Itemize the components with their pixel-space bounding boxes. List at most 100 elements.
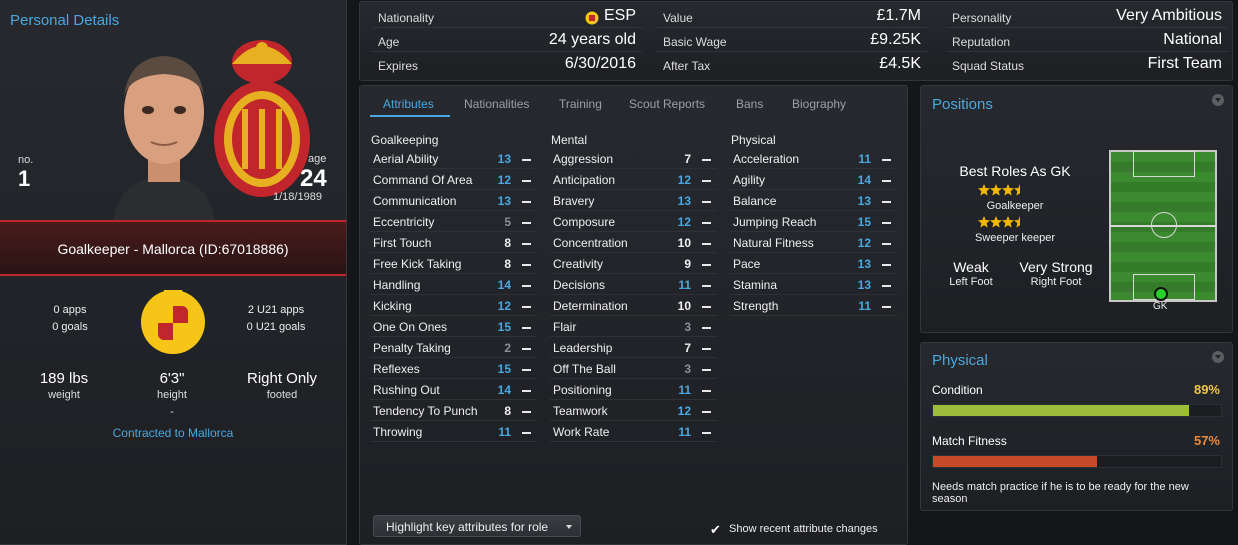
no-change-dash-icon (522, 285, 531, 287)
attribute-value: 13 (857, 278, 871, 292)
no-change-dash-icon (702, 222, 711, 224)
condition-value: 89% (1193, 382, 1220, 397)
tab-nationalities[interactable]: Nationalities (464, 97, 529, 111)
attribute-name: Free Kick Taking (373, 257, 462, 271)
attribute-row[interactable]: Bravery 13 (550, 191, 717, 211)
checkmark-icon: ✔ (710, 522, 721, 537)
age-value: 24 (300, 165, 327, 192)
attribute-row[interactable]: Agility 14 (730, 170, 897, 190)
u21-apps: 2 U21 apps (247, 304, 305, 316)
attribute-value: 11 (678, 425, 691, 439)
no-change-dash-icon (702, 180, 711, 182)
tab-biography[interactable]: Biography (792, 97, 846, 111)
attribute-row[interactable]: One On Ones 15 (370, 317, 537, 337)
attribute-value: 2 (504, 341, 511, 355)
no-change-dash-icon (522, 369, 531, 371)
show-changes-checkbox[interactable]: ✔ Show recent attribute changes (710, 522, 900, 538)
physical-title: Physical (932, 352, 988, 369)
attribute-row[interactable]: Determination 10 (550, 296, 717, 316)
attribute-row[interactable]: Teamwork 12 (550, 401, 717, 421)
no-change-dash-icon (882, 306, 891, 308)
attribute-row[interactable]: Handling 14 (370, 275, 537, 295)
tab-training[interactable]: Training (559, 97, 602, 111)
wage-row: Basic Wage £9.25K (657, 30, 927, 52)
attribute-row[interactable]: Kicking 12 (370, 296, 537, 316)
footed-value: Right Only (246, 370, 318, 387)
attribute-value: 11 (858, 299, 871, 313)
attribute-row[interactable]: Concentration 10 (550, 233, 717, 253)
expires-label: Expires (378, 59, 419, 73)
attribute-row[interactable]: Free Kick Taking 8 (370, 254, 537, 274)
attribute-value: 12 (497, 173, 511, 187)
best-roles-heading: Best Roles As GK (959, 163, 1071, 179)
attribute-value: 12 (857, 236, 871, 250)
tab-scout-reports[interactable]: Scout Reports (629, 97, 705, 111)
attribute-row[interactable]: Strength 11 (730, 296, 897, 316)
no-change-dash-icon (882, 285, 891, 287)
no-change-dash-icon (702, 348, 711, 350)
contract-link[interactable]: Contracted to Mallorca (0, 426, 346, 440)
no-change-dash-icon (522, 159, 531, 161)
attribute-row[interactable]: Aggression 7 (550, 149, 717, 169)
number-label: no. (18, 154, 34, 166)
attribute-name: Aggression (553, 152, 614, 166)
nationality-row: Nationality ESP (372, 6, 642, 28)
nationality-value[interactable]: ESP (604, 7, 636, 25)
attribute-row[interactable]: Composure 12 (550, 212, 717, 232)
attribute-row[interactable]: Penalty Taking 2 (370, 338, 537, 358)
attribute-row[interactable]: Reflexes 15 (370, 359, 537, 379)
reputation-value: National (1163, 31, 1222, 48)
highlight-button-label: Highlight key attributes for role (386, 520, 549, 534)
attribute-row[interactable]: First Touch 8 (370, 233, 537, 253)
attribute-row[interactable]: Command Of Area 12 (370, 170, 537, 190)
attribute-row[interactable]: Stamina 13 (730, 275, 897, 295)
attribute-row[interactable]: Pace 13 (730, 254, 897, 274)
no-change-dash-icon (522, 243, 531, 245)
attribute-value: 5 (504, 215, 511, 229)
no-change-dash-icon (702, 390, 711, 392)
gk-position-marker[interactable] (1154, 287, 1168, 301)
attribute-row[interactable]: Balance 13 (730, 191, 897, 211)
attribute-row[interactable]: Throwing 11 (370, 422, 537, 442)
attribute-row[interactable]: Decisions 11 (550, 275, 717, 295)
attribute-row[interactable]: Positioning 11 (550, 380, 717, 400)
attribute-row[interactable]: Anticipation 12 (550, 170, 717, 190)
weak-foot-rating: Weak (953, 259, 989, 275)
reputation-row: Reputation National (946, 30, 1228, 52)
attribute-row[interactable]: Jumping Reach 15 (730, 212, 897, 232)
star-rating-icon (978, 216, 1020, 228)
flag-icon (585, 11, 599, 25)
no-change-dash-icon (702, 243, 711, 245)
attribute-row[interactable]: Off The Ball 3 (550, 359, 717, 379)
no-change-dash-icon (702, 201, 711, 203)
attribute-row[interactable]: Acceleration 11 (730, 149, 897, 169)
squad-status-value[interactable]: First Team (1148, 55, 1222, 73)
collapse-icon[interactable] (1212, 351, 1224, 363)
attribute-row[interactable]: Rushing Out 14 (370, 380, 537, 400)
attribute-value: 8 (504, 236, 511, 250)
contract-info-bar: Nationality ESP Age 24 years old Expires… (359, 1, 1233, 81)
attribute-name: Agility (733, 173, 766, 187)
tab-bans[interactable]: Bans (736, 97, 763, 111)
attribute-row[interactable]: Flair 3 (550, 317, 717, 337)
collapse-icon[interactable] (1212, 94, 1224, 106)
national-team-crest-icon[interactable] (136, 284, 210, 356)
attribute-row[interactable]: Communication 13 (370, 191, 537, 211)
mental-heading: Mental (551, 133, 588, 147)
attribute-value: 10 (677, 236, 691, 250)
tab-attributes[interactable]: Attributes (383, 97, 434, 111)
attribute-row[interactable]: Tendency To Punch 8 (370, 401, 537, 421)
attribute-row[interactable]: Creativity 9 (550, 254, 717, 274)
club-crest-icon (214, 40, 310, 197)
highlight-attributes-button[interactable]: Highlight key attributes for role (373, 515, 581, 537)
attribute-row[interactable]: Eccentricity 5 (370, 212, 537, 232)
no-change-dash-icon (522, 222, 531, 224)
apps: 0 apps (53, 304, 87, 316)
weight-value: 189 lbs (39, 370, 89, 387)
attribute-row[interactable]: Work Rate 11 (550, 422, 717, 442)
attribute-row[interactable]: Natural Fitness 12 (730, 233, 897, 253)
attribute-name: Stamina (733, 278, 778, 292)
attribute-row[interactable]: Aerial Ability 13 (370, 149, 537, 169)
attribute-row[interactable]: Leadership 7 (550, 338, 717, 358)
attribute-name: First Touch (373, 236, 432, 250)
